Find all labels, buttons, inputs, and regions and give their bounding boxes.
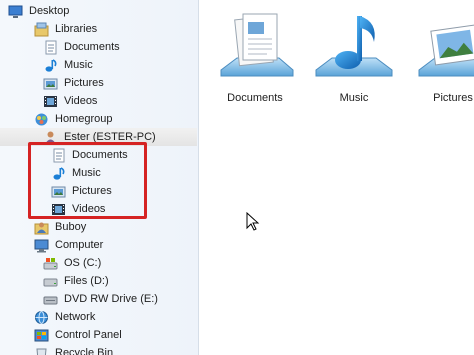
recycle-bin-icon [34,346,49,355]
desktop-icon [8,4,23,19]
nav-item-libraries[interactable]: Libraries [34,20,97,38]
nav-item-drive-c[interactable]: OS (C:) [43,254,101,272]
library-label-music: Music [339,92,369,104]
library-label-pictures: Pictures [433,92,473,104]
highlight-box [28,142,147,219]
nav-item-libraries-pictures[interactable]: Pictures [43,74,104,92]
nav-item-buboy[interactable]: Buboy [34,218,86,236]
library-tile-pictures[interactable]: Pictures [411,0,474,104]
library-tile-documents[interactable]: Documents [213,0,297,104]
nav-item-drive-d[interactable]: Files (D:) [43,272,109,290]
videos-icon [43,94,58,109]
nav-item-recycle-bin[interactable]: Recycle Bin [34,344,113,355]
library-tile-music[interactable]: Music [312,0,396,104]
libraries-icon [34,22,49,37]
nav-item-desktop[interactable]: Desktop [8,2,69,20]
content-pane: Documents Music Pictures [199,0,474,355]
nav-item-libraries-documents[interactable]: Documents [43,38,120,56]
nav-item-libraries-videos[interactable]: Videos [43,92,97,110]
music-icon [43,58,58,73]
documents-icon [43,40,58,55]
user-icon [34,220,49,235]
dvd-drive-icon [43,292,58,307]
library-label-documents: Documents [227,92,283,104]
network-icon [34,310,49,325]
nav-item-computer[interactable]: Computer [34,236,103,254]
nav-item-dvd-drive[interactable]: DVD RW Drive (E:) [43,290,158,308]
computer-icon [34,238,49,253]
pictures-icon [43,76,58,91]
homegroup-icon [34,112,49,127]
drive-icon [43,274,58,289]
nav-item-libraries-music[interactable]: Music [43,56,93,74]
music-library-icon [315,16,393,77]
nav-item-network[interactable]: Network [34,308,95,326]
documents-library-icon [220,13,294,77]
pictures-library-icon [418,24,474,77]
nav-item-control-panel[interactable]: Control Panel [34,326,122,344]
nav-item-homegroup[interactable]: Homegroup [34,110,112,128]
mouse-cursor-icon [246,212,260,231]
control-panel-icon [34,328,49,343]
drive-icon [43,256,58,271]
